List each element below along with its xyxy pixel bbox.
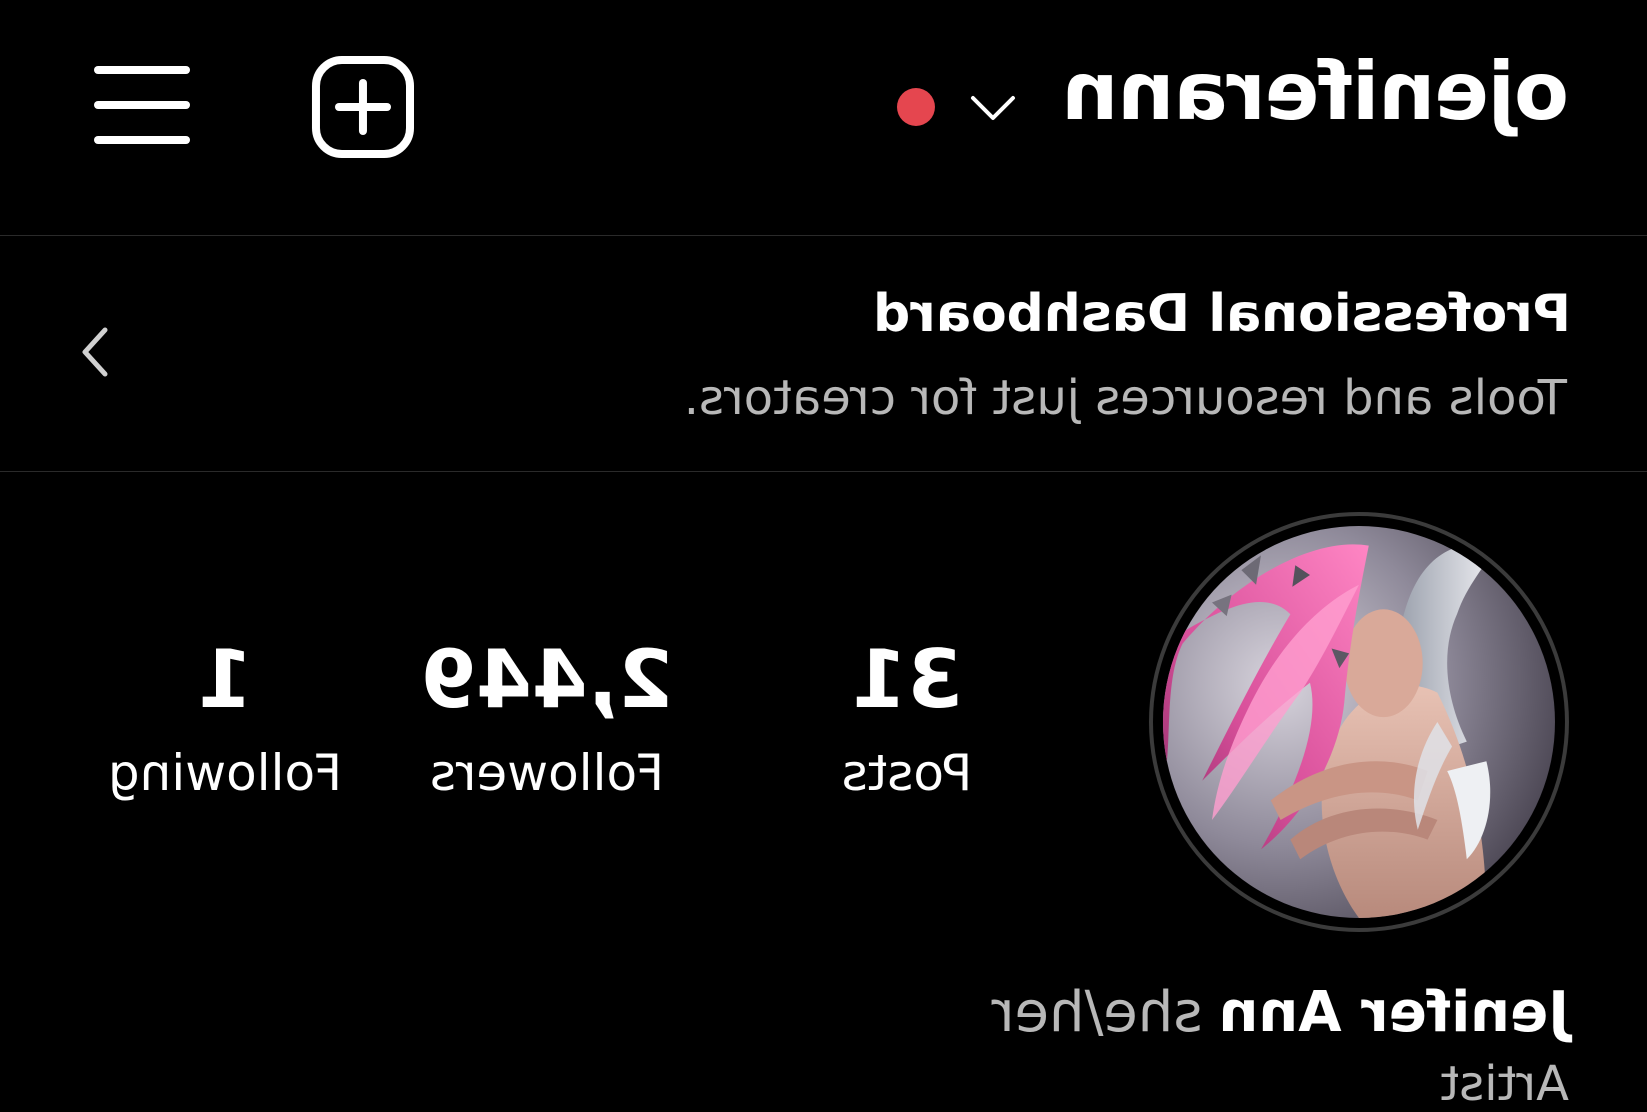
posts-count: 31	[851, 633, 963, 726]
dashboard-subtitle: Tools and resources just for creators.	[683, 370, 1567, 426]
display-name: Jenifer Ann	[1218, 980, 1569, 1045]
top-bar: ojeniferann	[0, 0, 1647, 236]
stat-following[interactable]: 1 Following	[75, 633, 375, 802]
live-indicator-dot	[897, 88, 935, 126]
chevron-right-icon	[82, 327, 108, 377]
stat-posts[interactable]: 31 Posts	[757, 633, 1057, 802]
profile-category: Artist	[1440, 1056, 1569, 1112]
pronouns: she/her	[991, 980, 1203, 1045]
screen: ojeniferann Professional Dashboard Tools…	[0, 0, 1647, 1112]
chevron-down-icon[interactable]	[967, 88, 1019, 128]
followers-count: 2,449	[420, 633, 674, 726]
menu-button[interactable]	[92, 62, 192, 148]
profile-stats: 31 Posts 2,449 Followers 1 Following	[0, 633, 1647, 820]
plus-square-icon	[312, 56, 414, 158]
dashboard-title: Professional Dashboard	[873, 284, 1571, 344]
profile-name-line: Jenifer Annshe/her	[992, 980, 1569, 1045]
stat-followers[interactable]: 2,449 Followers	[397, 633, 697, 802]
posts-label: Posts	[841, 744, 973, 802]
following-count: 1	[197, 633, 253, 726]
followers-label: Followers	[429, 744, 665, 802]
professional-dashboard-banner[interactable]: Professional Dashboard Tools and resourc…	[0, 236, 1647, 472]
new-post-button[interactable]	[311, 55, 415, 159]
following-label: Following	[107, 744, 343, 802]
username[interactable]: ojeniferann	[1063, 45, 1569, 138]
hamburger-menu-icon	[94, 66, 190, 144]
